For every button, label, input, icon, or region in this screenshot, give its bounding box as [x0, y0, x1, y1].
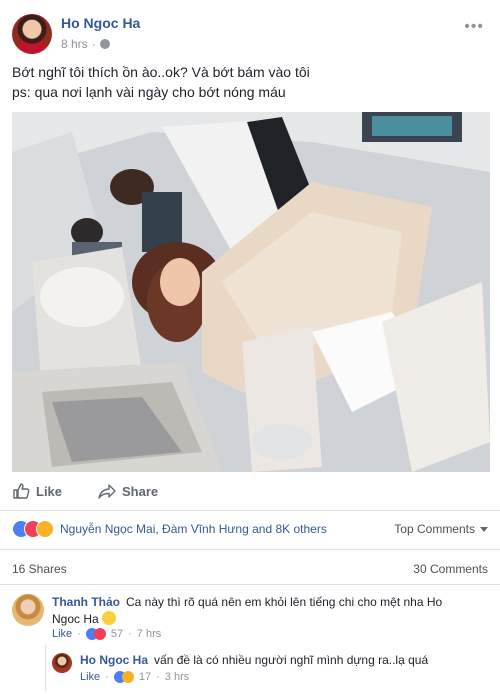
post-time[interactable]: 8 hrs [61, 37, 88, 51]
post-actions: Like Share [12, 480, 158, 502]
globe-icon [99, 39, 110, 49]
top-comments-label: Top Comments [394, 522, 475, 536]
share-label: Share [122, 483, 159, 499]
comment-footer: Like · 57 · 7 hrs [52, 628, 162, 640]
reply-footer: Like · 17 · 3 hrs [80, 671, 190, 683]
reply-author-name[interactable]: Ho Ngoc Ha [80, 653, 148, 667]
post-photo[interactable] [12, 112, 490, 472]
comments-count[interactable]: 30 Comments [413, 562, 488, 576]
comment-reaction-icons [85, 628, 106, 640]
divider [0, 510, 500, 511]
comment: Thanh Thảo Ca này thì rõ quá nên em khỏi … [52, 594, 472, 628]
reply-avatar[interactable] [52, 653, 72, 673]
more-options-icon[interactable]: ••• [464, 18, 484, 36]
post-text-line-2: ps: qua nơi lạnh vài ngày cho bớt nóng m… [12, 84, 286, 100]
shares-count[interactable]: 16 Shares [12, 562, 67, 576]
reply-thread-line [45, 645, 46, 691]
author-avatar[interactable] [12, 14, 52, 54]
top-comments-dropdown[interactable]: Top Comments [394, 522, 488, 536]
reaction-icons [12, 520, 54, 538]
thumbs-up-icon [13, 483, 30, 499]
reaction-summary[interactable]: Nguyễn Ngọc Mai, Đàm Vĩnh Hưng and 8K ot… [12, 520, 327, 538]
comment-reaction-count[interactable]: 57 [111, 628, 123, 640]
post-text-line-1: Bớt nghĩ tôi thích ồn ào..ok? Và bớt bám… [12, 64, 310, 80]
like-label: Like [36, 483, 63, 499]
post-text: Bớt nghĩ tôi thích ồn ào..ok? Và bớt bám… [12, 62, 488, 102]
author-name[interactable]: Ho Ngoc Ha [61, 15, 140, 31]
divider [0, 584, 500, 585]
share-button[interactable]: Share [98, 480, 158, 502]
post-card: Ho Ngoc Ha 8 hrs · ••• Bớt nghĩ tôi thíc… [0, 0, 500, 694]
comment-like-button[interactable]: Like [52, 628, 72, 640]
commenter-avatar[interactable] [12, 594, 44, 626]
reply-text: vấn đề là có nhiều người nghĩ mình dựng … [154, 653, 429, 667]
post-meta: 8 hrs · [61, 37, 110, 51]
chevron-down-icon [480, 526, 488, 532]
reply-reaction-count[interactable]: 17 [139, 671, 151, 683]
divider [0, 549, 500, 550]
reply-reaction-icons [113, 671, 134, 683]
haha-reaction-icon [121, 671, 134, 683]
reply-like-button[interactable]: Like [80, 671, 100, 683]
like-button[interactable]: Like [12, 480, 62, 502]
commenter-name[interactable]: Thanh Thảo [52, 595, 120, 609]
love-reaction-icon [93, 628, 106, 640]
reaction-names[interactable]: Nguyễn Ngọc Mai, Đàm Vĩnh Hưng and 8K ot… [60, 522, 327, 536]
comment-time[interactable]: 7 hrs [137, 628, 161, 640]
share-arrow-icon [98, 484, 116, 499]
reply-comment: Ho Ngoc Ha vấn đề là có nhiều người nghĩ … [80, 652, 490, 669]
airplane-cabin-photo [12, 112, 490, 472]
haha-reaction-icon [36, 520, 54, 538]
smile-emoji-icon [101, 611, 116, 625]
reply-time[interactable]: 3 hrs [165, 671, 189, 683]
